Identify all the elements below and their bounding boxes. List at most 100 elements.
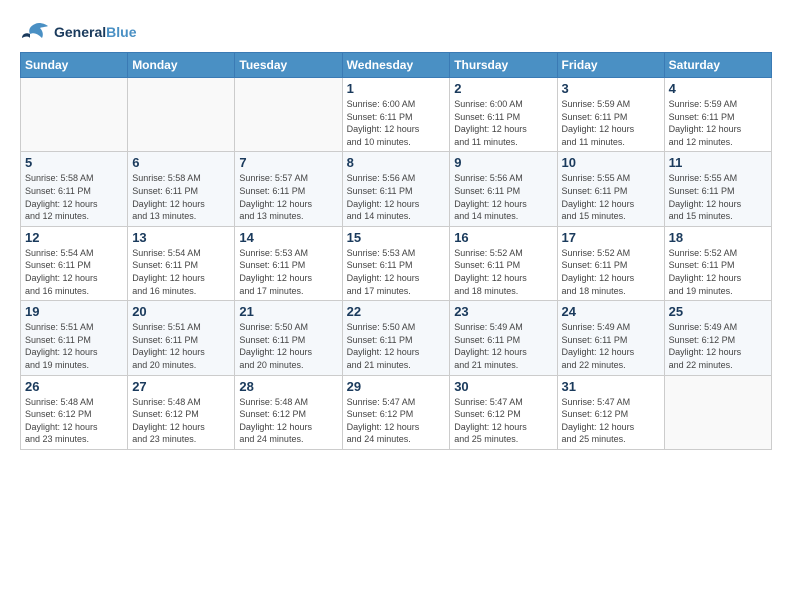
calendar-cell: 23Sunrise: 5:49 AM Sunset: 6:11 PM Dayli… [450,301,557,375]
day-number: 15 [347,230,446,245]
day-info: Sunrise: 5:59 AM Sunset: 6:11 PM Dayligh… [669,98,767,148]
calendar-week-row: 12 Sunrise: 5:54 AM Sunset: 6:11 PM Dayli… [21,226,772,300]
calendar-cell [128,78,235,152]
day-number: 2 [454,81,552,96]
day-info: Sunrise: 5:53 AM Sunset: 6:11 PM Dayligh… [239,247,337,297]
calendar-cell: 19 Sunrise: 5:51 AM Sunset: 6:11 PM Dayli… [21,301,128,375]
weekday-header-cell: Sunday [21,53,128,78]
day-number: 26 [25,379,123,394]
day-info: Sunrise: 5:51 AM Sunset: 6:11 PM Dayligh… [25,321,123,371]
day-number: 22 [347,304,446,319]
calendar-cell: 24 Sunrise: 5:49 AM Sunset: 6:11 PM Dayli… [557,301,664,375]
calendar-cell: 14 Sunrise: 5:53 AM Sunset: 6:11 PM Dayli… [235,226,342,300]
day-info: Sunrise: 5:47 AM Sunset: 6:12 PM Dayligh… [454,396,552,446]
calendar-cell: 26 Sunrise: 5:48 AM Sunset: 6:12 PM Dayli… [21,375,128,449]
day-number: 16 [454,230,552,245]
calendar-cell: 30 Sunrise: 5:47 AM Sunset: 6:12 PM Dayli… [450,375,557,449]
day-info: Sunrise: 5:54 AM Sunset: 6:11 PM Dayligh… [25,247,123,297]
day-info: Sunrise: 5:48 AM Sunset: 6:12 PM Dayligh… [132,396,230,446]
weekday-header-cell: Thursday [450,53,557,78]
calendar-cell: 18 Sunrise: 5:52 AM Sunset: 6:11 PM Dayli… [664,226,771,300]
calendar-week-row: 19 Sunrise: 5:51 AM Sunset: 6:11 PM Dayli… [21,301,772,375]
calendar-cell: 25Sunrise: 5:49 AM Sunset: 6:12 PM Dayli… [664,301,771,375]
calendar-week-row: 26 Sunrise: 5:48 AM Sunset: 6:12 PM Dayli… [21,375,772,449]
calendar: SundayMondayTuesdayWednesdayThursdayFrid… [20,52,772,450]
day-number: 24 [562,304,660,319]
day-info: Sunrise: 5:59 AM Sunset: 6:11 PM Dayligh… [562,98,660,148]
calendar-week-row: 1 Sunrise: 6:00 AM Sunset: 6:11 PM Daylig… [21,78,772,152]
header: GeneralBlue [20,20,772,44]
day-number: 27 [132,379,230,394]
day-info: Sunrise: 5:52 AM Sunset: 6:11 PM Dayligh… [454,247,552,297]
calendar-cell: 29 Sunrise: 5:47 AM Sunset: 6:12 PM Dayli… [342,375,450,449]
day-info: Sunrise: 6:00 AM Sunset: 6:11 PM Dayligh… [347,98,446,148]
day-info: Sunrise: 5:51 AM Sunset: 6:11 PM Dayligh… [132,321,230,371]
day-number: 31 [562,379,660,394]
day-number: 29 [347,379,446,394]
day-info: Sunrise: 5:58 AM Sunset: 6:11 PM Dayligh… [132,172,230,222]
day-info: Sunrise: 5:53 AM Sunset: 6:11 PM Dayligh… [347,247,446,297]
day-info: Sunrise: 5:48 AM Sunset: 6:12 PM Dayligh… [25,396,123,446]
weekday-header-cell: Monday [128,53,235,78]
calendar-cell: 28 Sunrise: 5:48 AM Sunset: 6:12 PM Dayli… [235,375,342,449]
day-info: Sunrise: 5:47 AM Sunset: 6:12 PM Dayligh… [347,396,446,446]
day-info: Sunrise: 5:52 AM Sunset: 6:11 PM Dayligh… [669,247,767,297]
calendar-cell: 15 Sunrise: 5:53 AM Sunset: 6:11 PM Dayli… [342,226,450,300]
day-number: 4 [669,81,767,96]
logo: GeneralBlue [20,20,136,44]
day-number: 3 [562,81,660,96]
day-number: 21 [239,304,337,319]
calendar-cell: 4 Sunrise: 5:59 AM Sunset: 6:11 PM Daylig… [664,78,771,152]
calendar-body: 1 Sunrise: 6:00 AM Sunset: 6:11 PM Daylig… [21,78,772,450]
day-number: 5 [25,155,123,170]
weekday-header-row: SundayMondayTuesdayWednesdayThursdayFrid… [21,53,772,78]
calendar-cell: 22 Sunrise: 5:50 AM Sunset: 6:11 PM Dayli… [342,301,450,375]
calendar-cell: 9Sunrise: 5:56 AM Sunset: 6:11 PM Daylig… [450,152,557,226]
weekday-header-cell: Wednesday [342,53,450,78]
calendar-cell: 16 Sunrise: 5:52 AM Sunset: 6:11 PM Dayli… [450,226,557,300]
day-info: Sunrise: 5:48 AM Sunset: 6:12 PM Dayligh… [239,396,337,446]
day-info: Sunrise: 5:55 AM Sunset: 6:11 PM Dayligh… [669,172,767,222]
calendar-cell: 3 Sunrise: 5:59 AM Sunset: 6:11 PM Daylig… [557,78,664,152]
day-info: Sunrise: 6:00 AM Sunset: 6:11 PM Dayligh… [454,98,552,148]
day-info: Sunrise: 5:58 AM Sunset: 6:11 PM Dayligh… [25,172,123,222]
day-number: 8 [347,155,446,170]
day-info: Sunrise: 5:52 AM Sunset: 6:11 PM Dayligh… [562,247,660,297]
day-number: 11 [669,155,767,170]
calendar-cell: 20Sunrise: 5:51 AM Sunset: 6:11 PM Dayli… [128,301,235,375]
day-number: 1 [347,81,446,96]
calendar-cell: 2 Sunrise: 6:00 AM Sunset: 6:11 PM Daylig… [450,78,557,152]
calendar-cell [21,78,128,152]
day-info: Sunrise: 5:56 AM Sunset: 6:11 PM Dayligh… [454,172,552,222]
day-number: 30 [454,379,552,394]
weekday-header-cell: Friday [557,53,664,78]
day-info: Sunrise: 5:50 AM Sunset: 6:11 PM Dayligh… [239,321,337,371]
day-info: Sunrise: 5:56 AM Sunset: 6:11 PM Dayligh… [347,172,446,222]
weekday-header-cell: Saturday [664,53,771,78]
day-number: 12 [25,230,123,245]
day-number: 28 [239,379,337,394]
calendar-cell: 6Sunrise: 5:58 AM Sunset: 6:11 PM Daylig… [128,152,235,226]
day-info: Sunrise: 5:49 AM Sunset: 6:11 PM Dayligh… [562,321,660,371]
calendar-week-row: 5 Sunrise: 5:58 AM Sunset: 6:11 PM Daylig… [21,152,772,226]
day-info: Sunrise: 5:50 AM Sunset: 6:11 PM Dayligh… [347,321,446,371]
calendar-cell: 11 Sunrise: 5:55 AM Sunset: 6:11 PM Dayli… [664,152,771,226]
calendar-cell: 8 Sunrise: 5:56 AM Sunset: 6:11 PM Daylig… [342,152,450,226]
day-number: 18 [669,230,767,245]
day-number: 14 [239,230,337,245]
calendar-cell: 7 Sunrise: 5:57 AM Sunset: 6:11 PM Daylig… [235,152,342,226]
calendar-cell: 5 Sunrise: 5:58 AM Sunset: 6:11 PM Daylig… [21,152,128,226]
day-number: 10 [562,155,660,170]
weekday-header-cell: Tuesday [235,53,342,78]
calendar-cell: 10Sunrise: 5:55 AM Sunset: 6:11 PM Dayli… [557,152,664,226]
calendar-cell: 31 Sunrise: 5:47 AM Sunset: 6:12 PM Dayli… [557,375,664,449]
day-number: 7 [239,155,337,170]
day-info: Sunrise: 5:47 AM Sunset: 6:12 PM Dayligh… [562,396,660,446]
calendar-cell: 12 Sunrise: 5:54 AM Sunset: 6:11 PM Dayli… [21,226,128,300]
day-info: Sunrise: 5:57 AM Sunset: 6:11 PM Dayligh… [239,172,337,222]
day-info: Sunrise: 5:49 AM Sunset: 6:11 PM Dayligh… [454,321,552,371]
day-number: 17 [562,230,660,245]
calendar-cell: 27 Sunrise: 5:48 AM Sunset: 6:12 PM Dayli… [128,375,235,449]
day-number: 19 [25,304,123,319]
calendar-cell: 17 Sunrise: 5:52 AM Sunset: 6:11 PM Dayli… [557,226,664,300]
